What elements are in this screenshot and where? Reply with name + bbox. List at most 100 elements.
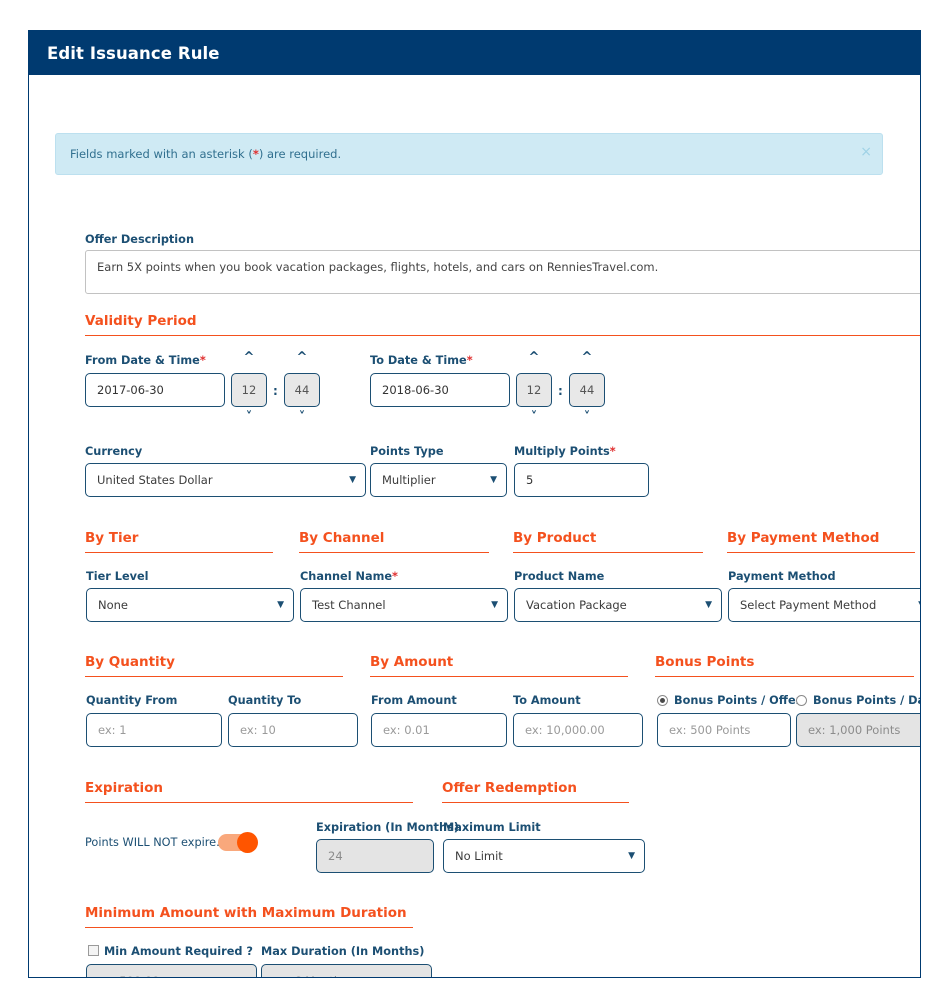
- section-validity-period: Validity Period: [85, 313, 920, 336]
- offer-description-label: Offer Description: [85, 233, 194, 246]
- multiply-points-label-text: Multiply Points: [514, 445, 610, 458]
- close-icon[interactable]: ×: [860, 145, 872, 159]
- from-date-time-label-text: From Date & Time: [85, 354, 200, 367]
- from-minute-down-icon[interactable]: ˅: [293, 411, 311, 424]
- channel-name-required: *: [392, 570, 398, 583]
- maximum-limit-select[interactable]: No Limit ▼: [443, 839, 645, 873]
- to-minute-up-icon[interactable]: ^: [578, 351, 596, 364]
- multiply-points-input[interactable]: 5: [514, 463, 649, 497]
- max-duration-label: Max Duration (In Months): [261, 945, 425, 958]
- section-bonus-points: Bonus Points: [655, 654, 914, 677]
- tier-level-label: Tier Level: [86, 570, 149, 583]
- offer-description-textarea[interactable]: Earn 5X points when you book vacation pa…: [85, 250, 920, 294]
- to-date-time-label: To Date & Time*: [370, 354, 473, 367]
- from-amount-label: From Amount: [371, 694, 457, 707]
- to-date-time-label-text: To Date & Time: [370, 354, 467, 367]
- to-hour-down-icon[interactable]: ˅: [525, 411, 543, 424]
- to-date-time-required: *: [466, 354, 473, 367]
- maximum-limit-value: No Limit: [455, 849, 503, 863]
- section-expiration: Expiration: [85, 780, 413, 803]
- bonus-points-offer-radio[interactable]: [657, 695, 668, 706]
- to-date-input[interactable]: 2018-06-30: [370, 373, 510, 407]
- toggle-knob: [237, 832, 258, 853]
- to-amount-input[interactable]: ex: 10,000.00: [513, 713, 643, 747]
- section-by-amount: By Amount: [370, 654, 628, 677]
- alert-message: Fields marked with an asterisk (*) are r…: [70, 147, 341, 161]
- min-amount-required-label[interactable]: Min Amount Required ?: [104, 945, 253, 958]
- section-by-tier: By Tier: [85, 530, 273, 553]
- points-type-value: Multiplier: [382, 473, 436, 487]
- currency-label: Currency: [85, 445, 143, 458]
- quantity-from-input[interactable]: ex: 1: [86, 713, 222, 747]
- min-amount-input: ex: 500.00: [86, 964, 257, 977]
- payment-method-select[interactable]: Select Payment Method ▼: [728, 588, 920, 622]
- maximum-limit-label: Maximum Limit: [443, 821, 541, 834]
- quantity-to-input[interactable]: ex: 10: [228, 713, 358, 747]
- edit-issuance-rule-panel: Edit Issuance Rule Fields marked with an…: [28, 30, 921, 978]
- max-duration-input: ex: 6 Months: [261, 964, 432, 977]
- payment-method-value: Select Payment Method: [740, 598, 877, 612]
- product-name-label: Product Name: [514, 570, 605, 583]
- product-name-select[interactable]: Vacation Package ▼: [514, 588, 722, 622]
- chevron-down-icon: ▼: [277, 600, 284, 610]
- min-amount-required-checkbox[interactable]: [88, 945, 99, 956]
- expiration-months-input: 24: [316, 839, 434, 873]
- quantity-to-label: Quantity To: [228, 694, 302, 707]
- from-date-time-required: *: [199, 354, 206, 367]
- multiply-points-required: *: [609, 445, 616, 458]
- points-expire-label: Points WILL NOT expire.: [85, 836, 220, 849]
- section-by-channel: By Channel: [299, 530, 489, 553]
- chevron-down-icon: ▼: [918, 600, 920, 610]
- bonus-points-day-label[interactable]: Bonus Points / Day: [813, 694, 920, 707]
- chevron-down-icon: ▼: [628, 851, 635, 861]
- from-minute-up-icon[interactable]: ^: [293, 351, 311, 364]
- chevron-down-icon: ▼: [349, 475, 356, 485]
- chevron-down-icon: ▼: [705, 600, 712, 610]
- points-expire-toggle[interactable]: [218, 832, 258, 853]
- from-hour-up-icon[interactable]: ^: [240, 351, 258, 364]
- to-time-separator: :: [558, 384, 563, 398]
- payment-method-label: Payment Method: [728, 570, 836, 583]
- chevron-down-icon: ▼: [491, 600, 498, 610]
- multiply-points-label: Multiply Points*: [514, 445, 616, 458]
- points-type-select[interactable]: Multiplier ▼: [370, 463, 507, 497]
- panel-header: Edit Issuance Rule: [29, 31, 920, 75]
- alert-text-before: Fields marked with an asterisk (: [70, 147, 253, 161]
- to-minute-down-icon[interactable]: ˅: [578, 411, 596, 424]
- from-hour-down-icon[interactable]: ˅: [240, 411, 258, 424]
- channel-name-label: Channel Name*: [300, 570, 398, 583]
- tier-level-select[interactable]: None ▼: [86, 588, 294, 622]
- required-fields-alert: Fields marked with an asterisk (*) are r…: [55, 133, 883, 175]
- product-name-value: Vacation Package: [526, 598, 627, 612]
- section-by-product: By Product: [513, 530, 703, 553]
- expiration-months-label: Expiration (In Months): [316, 821, 459, 834]
- chevron-down-icon: ▼: [490, 475, 497, 485]
- quantity-from-label: Quantity From: [86, 694, 178, 707]
- channel-name-select[interactable]: Test Channel ▼: [300, 588, 508, 622]
- to-minute-input[interactable]: 44: [569, 373, 605, 407]
- to-amount-label: To Amount: [513, 694, 581, 707]
- points-type-label: Points Type: [370, 445, 444, 458]
- alert-text-after: ) are required.: [258, 147, 342, 161]
- bonus-points-offer-input[interactable]: ex: 500 Points: [657, 713, 791, 747]
- currency-value: United States Dollar: [97, 473, 213, 487]
- page-title: Edit Issuance Rule: [47, 43, 220, 63]
- channel-name-label-text: Channel Name: [300, 570, 393, 583]
- section-minimum-amount: Minimum Amount with Maximum Duration: [85, 905, 413, 928]
- section-offer-redemption: Offer Redemption: [442, 780, 629, 803]
- bonus-points-day-radio[interactable]: [796, 695, 807, 706]
- to-hour-up-icon[interactable]: ^: [525, 351, 543, 364]
- channel-name-value: Test Channel: [312, 598, 386, 612]
- section-by-quantity: By Quantity: [85, 654, 343, 677]
- from-hour-input[interactable]: 12: [231, 373, 267, 407]
- from-minute-input[interactable]: 44: [284, 373, 320, 407]
- from-date-input[interactable]: 2017-06-30: [85, 373, 225, 407]
- from-date-time-label: From Date & Time*: [85, 354, 206, 367]
- to-hour-input[interactable]: 12: [516, 373, 552, 407]
- bonus-points-offer-label[interactable]: Bonus Points / Offer: [674, 694, 801, 707]
- tier-level-value: None: [98, 598, 129, 612]
- from-amount-input[interactable]: ex: 0.01: [371, 713, 507, 747]
- from-time-separator: :: [273, 384, 278, 398]
- section-by-payment-method: By Payment Method: [727, 530, 915, 553]
- currency-select[interactable]: United States Dollar ▼: [85, 463, 366, 497]
